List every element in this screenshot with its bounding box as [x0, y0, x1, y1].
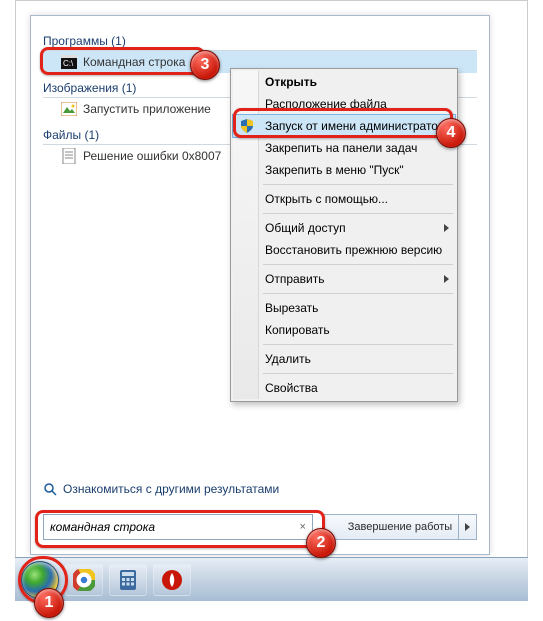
search-box[interactable]: × — [43, 514, 313, 540]
ctx-separator — [263, 184, 453, 185]
ctx-cut[interactable]: Вырезать — [233, 297, 455, 319]
more-results-label: Ознакомиться с другими результатами — [63, 482, 279, 496]
shutdown-button[interactable]: Завершение работы — [323, 514, 477, 540]
shutdown-label: Завершение работы — [348, 521, 452, 533]
ctx-pin-start[interactable]: Закрепить в меню "Пуск" — [233, 159, 455, 181]
search-input[interactable] — [44, 520, 293, 534]
taskbar-app-icon[interactable] — [153, 564, 191, 596]
more-results-link[interactable]: Ознакомиться с другими результатами — [43, 482, 279, 496]
ctx-restore-previous[interactable]: Восстановить прежнюю версию — [233, 239, 455, 261]
clear-search-icon[interactable]: × — [293, 521, 312, 533]
context-menu: Открыть Расположение файла Запуск от име… — [230, 68, 458, 402]
taskbar-chrome-icon[interactable] — [65, 564, 103, 596]
shutdown-split[interactable] — [458, 515, 476, 539]
search-icon — [43, 482, 57, 496]
cmd-icon: C:\ — [61, 54, 77, 70]
ctx-delete[interactable]: Удалить — [233, 348, 455, 370]
taskbar-calculator-icon[interactable] — [109, 564, 147, 596]
ctx-separator — [263, 293, 453, 294]
ctx-separator — [263, 373, 453, 374]
chevron-right-icon — [465, 523, 470, 531]
result-label: Решение ошибки 0x8007 — [83, 149, 221, 163]
ctx-separator — [263, 264, 453, 265]
image-icon — [61, 101, 77, 117]
ctx-pin-taskbar[interactable]: Закрепить на панели задач — [233, 137, 455, 159]
chevron-right-icon — [444, 224, 449, 232]
ctx-open-file-location[interactable]: Расположение файла — [233, 93, 455, 115]
result-label: Запустить приложение — [83, 102, 211, 116]
ctx-separator — [263, 213, 453, 214]
ctx-share[interactable]: Общий доступ — [233, 217, 455, 239]
ctx-separator — [263, 344, 453, 345]
chevron-right-icon — [444, 275, 449, 283]
svg-text:C:\: C:\ — [63, 59, 74, 68]
taskbar — [15, 557, 528, 601]
search-row: × Завершение работы — [43, 514, 477, 540]
group-header-programs: Программы (1) — [43, 28, 477, 51]
shield-icon — [239, 118, 255, 134]
ctx-properties[interactable]: Свойства — [233, 377, 455, 399]
start-button[interactable] — [21, 561, 59, 599]
ctx-copy[interactable]: Копировать — [233, 319, 455, 341]
ctx-send-to[interactable]: Отправить — [233, 268, 455, 290]
document-icon — [61, 148, 77, 164]
result-label: Командная строка — [83, 55, 185, 69]
ctx-open[interactable]: Открыть — [233, 71, 455, 93]
ctx-open-with[interactable]: Открыть с помощью... — [233, 188, 455, 210]
ctx-run-as-admin[interactable]: Запуск от имени администратора — [233, 115, 455, 137]
